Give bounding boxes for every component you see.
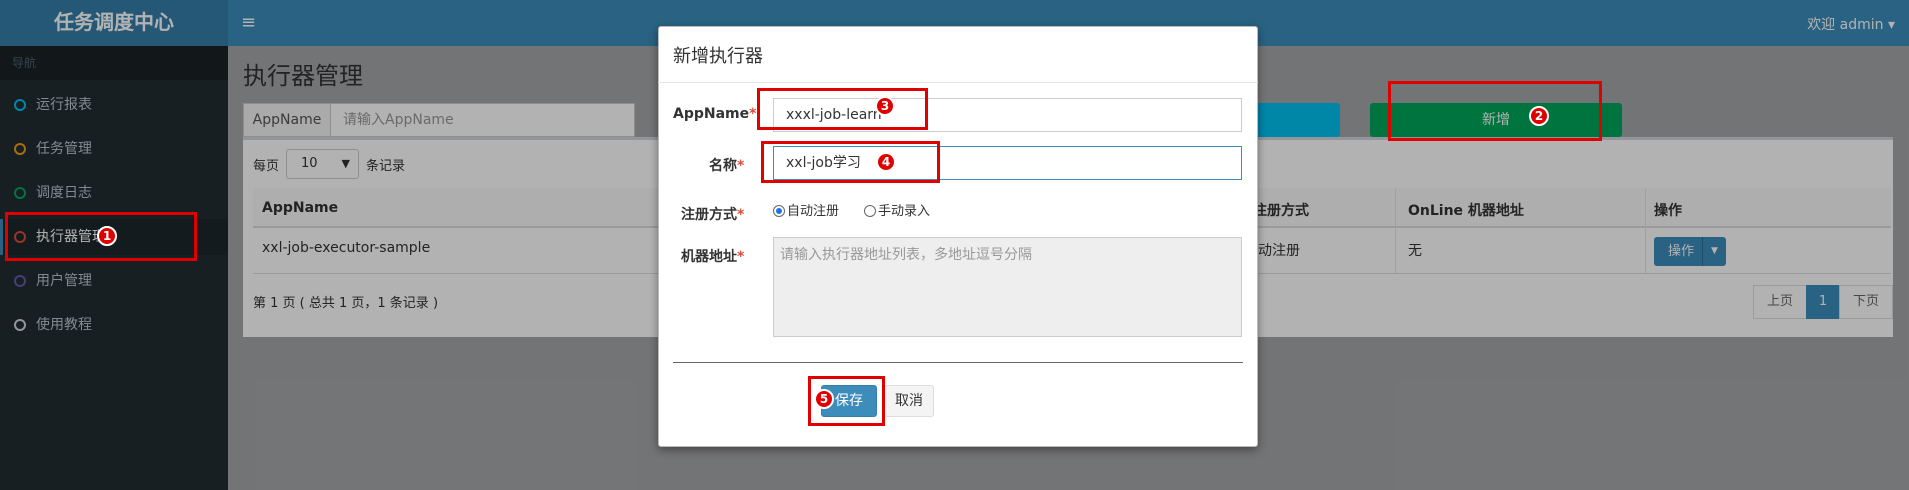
address-label: 机器地址*: [681, 249, 745, 265]
radio-manual-entry[interactable]: 手动录入: [864, 200, 930, 219]
name-label: 名称*: [709, 158, 745, 174]
annotation-box-4: [761, 141, 940, 183]
annotation-marker-1: 1: [97, 226, 117, 246]
radio-auto-register[interactable]: 自动注册: [773, 200, 839, 219]
annotation-marker-2: 2: [1529, 106, 1549, 126]
annotation-box-2: [1388, 81, 1602, 141]
radio-label: 手动录入: [878, 204, 931, 219]
cancel-button[interactable]: 取消: [884, 385, 934, 417]
appname-label: AppName*: [673, 106, 757, 122]
modal-footer-divider: [673, 362, 1243, 363]
modal-header-divider: [658, 82, 1258, 83]
annotation-box-3: [757, 88, 928, 130]
radio-unchecked-icon: [864, 205, 876, 217]
modal-title: 新增执行器: [673, 46, 763, 67]
annotation-marker-3: 3: [875, 96, 895, 116]
reg-type-label: 注册方式*: [681, 207, 745, 223]
annotation-marker-4: 4: [876, 152, 896, 172]
radio-checked-icon: [773, 205, 785, 217]
address-textarea[interactable]: 请输入执行器地址列表，多地址逗号分隔: [773, 237, 1242, 337]
radio-label: 自动注册: [787, 204, 840, 219]
annotation-marker-5: 5: [814, 389, 834, 409]
